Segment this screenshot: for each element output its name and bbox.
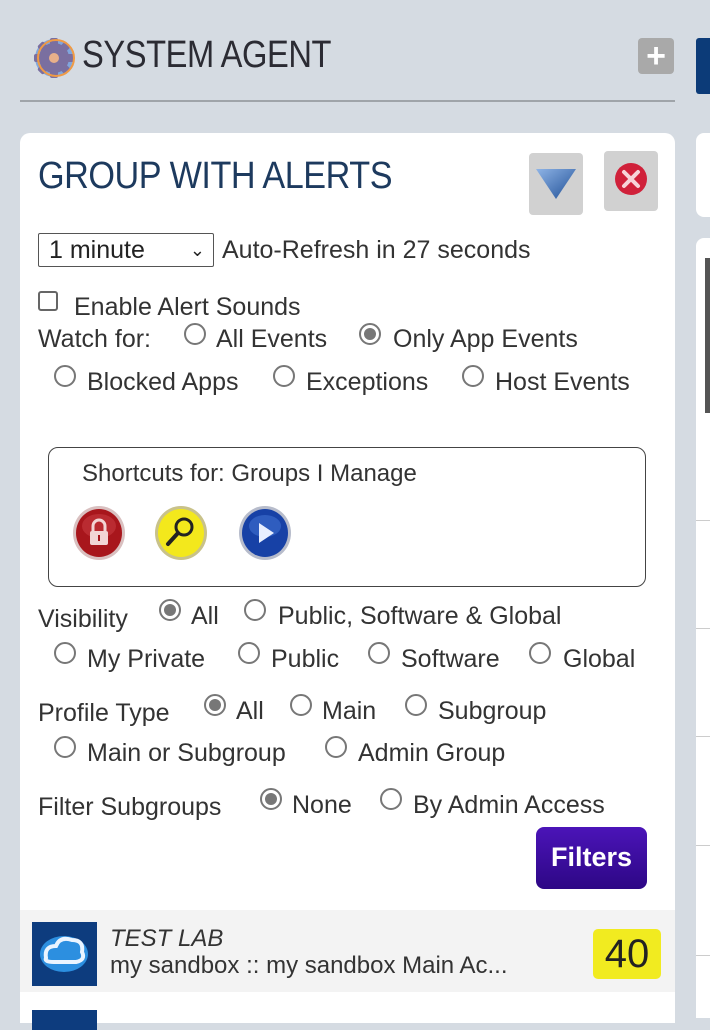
- close-button[interactable]: [604, 151, 658, 211]
- visibility-my-private-label: My Private: [87, 645, 206, 673]
- side-card: [696, 133, 710, 217]
- visibility-software-label: Software: [401, 645, 500, 673]
- list-item[interactable]: TEST LAB my sandbox :: my sandbox Main A…: [20, 910, 675, 992]
- list-item-avatar-partial: [32, 1010, 97, 1030]
- add-button[interactable]: +: [638, 38, 674, 74]
- profile-subgroup-radio[interactable]: [405, 694, 427, 716]
- profile-all-radio[interactable]: [204, 694, 226, 716]
- visibility-global-label: Global: [563, 645, 636, 673]
- list-item-name: TEST LAB: [110, 925, 224, 952]
- app-header: SYSTEM AGENT +: [0, 0, 710, 110]
- lock-icon[interactable]: [71, 504, 127, 562]
- alert-sounds-label: Enable Alert Sounds: [74, 293, 301, 321]
- visibility-global-radio[interactable]: [529, 642, 551, 664]
- refresh-interval-select[interactable]: 1 minute ⌄: [38, 233, 214, 267]
- visibility-public-software-global-radio[interactable]: [244, 599, 266, 621]
- visibility-my-private-radio[interactable]: [54, 642, 76, 664]
- filter-subgroups-label: Filter Subgroups: [38, 793, 222, 821]
- watch-exceptions-label: Exceptions: [306, 368, 429, 396]
- filter-by-admin-access-radio[interactable]: [380, 788, 402, 810]
- side-divider: [696, 628, 710, 629]
- watch-blocked-apps-label: Blocked Apps: [87, 368, 239, 396]
- play-icon[interactable]: [237, 504, 293, 562]
- app-title: SYSTEM AGENT: [82, 34, 332, 76]
- alert-sounds-checkbox[interactable]: [38, 291, 58, 311]
- visibility-public-label: Public: [271, 645, 340, 673]
- profile-main-radio[interactable]: [290, 694, 312, 716]
- gear-icon: [34, 38, 75, 78]
- collapse-button[interactable]: [529, 153, 583, 215]
- profile-main-or-subgroup-label: Main or Subgroup: [87, 739, 286, 767]
- triangle-down-icon: [536, 169, 576, 199]
- watch-all-events-radio[interactable]: [184, 323, 206, 345]
- shortcuts-title: Shortcuts for: Groups I Manage: [82, 460, 417, 487]
- watch-host-events-radio[interactable]: [462, 365, 484, 387]
- watch-blocked-apps-radio[interactable]: [54, 365, 76, 387]
- cloud-icon: [32, 922, 97, 986]
- group-alerts-panel: GROUP WITH ALERTS 1 minute ⌄ Auto-Refres…: [20, 133, 675, 1030]
- refresh-interval-value: 1 minute: [49, 236, 145, 264]
- watch-only-app-events-label: Only App Events: [393, 325, 578, 353]
- visibility-software-radio[interactable]: [368, 642, 390, 664]
- header-divider: [20, 100, 675, 102]
- profile-admin-group-radio[interactable]: [325, 736, 347, 758]
- side-panel-logo[interactable]: [696, 38, 710, 94]
- refresh-status: Auto-Refresh in 27 seconds: [222, 236, 531, 264]
- shortcuts-box: Shortcuts for: Groups I Manage: [48, 447, 646, 587]
- side-divider: [696, 520, 710, 521]
- filters-button[interactable]: Filters: [536, 827, 647, 889]
- watch-for-label: Watch for:: [38, 325, 151, 353]
- visibility-public-radio[interactable]: [238, 642, 260, 664]
- profile-type-label: Profile Type: [38, 699, 170, 727]
- side-divider: [696, 736, 710, 737]
- filter-none-radio[interactable]: [260, 788, 282, 810]
- search-icon[interactable]: [153, 504, 209, 562]
- profile-subgroup-label: Subgroup: [438, 697, 547, 725]
- filter-none-label: None: [292, 791, 352, 819]
- visibility-public-software-global-label: Public, Software & Global: [278, 602, 562, 630]
- watch-all-events-label: All Events: [216, 325, 328, 353]
- watch-exceptions-radio[interactable]: [273, 365, 295, 387]
- chevron-down-icon: ⌄: [189, 240, 205, 260]
- profile-main-or-subgroup-radio[interactable]: [54, 736, 76, 758]
- side-divider: [696, 845, 710, 846]
- list-item-subtitle: my sandbox :: my sandbox Main Ac...: [110, 952, 508, 979]
- profile-admin-group-label: Admin Group: [358, 739, 506, 767]
- watch-host-events-label: Host Events: [495, 368, 630, 396]
- side-divider: [696, 955, 710, 956]
- visibility-all-label: All: [191, 602, 219, 630]
- side-image-strip: [705, 258, 710, 413]
- visibility-all-radio[interactable]: [159, 599, 181, 621]
- profile-all-label: All: [236, 697, 264, 725]
- panel-title: GROUP WITH ALERTS: [38, 155, 393, 197]
- watch-only-app-events-radio[interactable]: [359, 323, 381, 345]
- profile-main-label: Main: [322, 697, 377, 725]
- visibility-label: Visibility: [38, 605, 128, 633]
- alert-count-badge: 40: [593, 929, 661, 979]
- close-icon: [615, 163, 647, 195]
- filter-by-admin-access-label: By Admin Access: [413, 791, 605, 819]
